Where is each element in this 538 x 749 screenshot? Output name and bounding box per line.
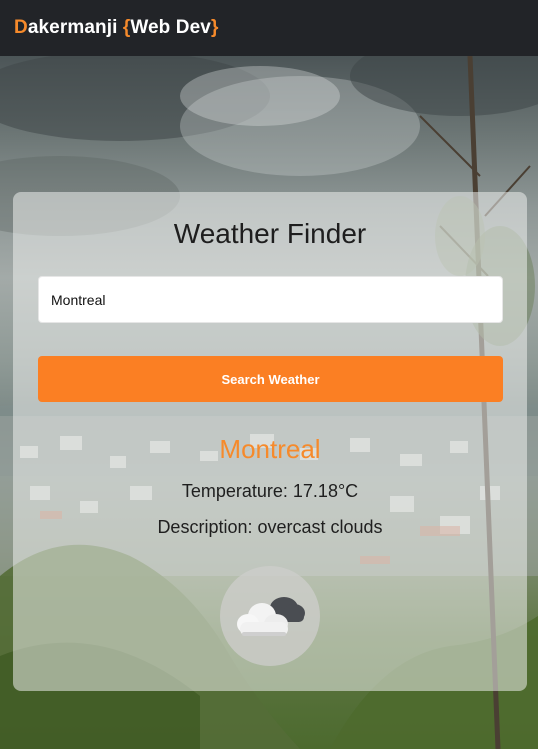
search-weather-button[interactable]: Search Weather xyxy=(38,356,503,402)
temperature-row: Temperature: 17.18°C xyxy=(13,481,527,502)
description-value: overcast clouds xyxy=(257,517,383,537)
brand-brace-close: } xyxy=(210,17,219,38)
description-label: Description: xyxy=(157,517,253,537)
brand-tag: Web Dev xyxy=(130,17,211,38)
overcast-clouds-icon xyxy=(237,597,305,636)
temperature-label: Temperature: xyxy=(181,481,288,501)
top-navbar: Dakermanji {Web Dev} xyxy=(0,0,538,56)
page-title: Weather Finder xyxy=(173,218,367,249)
brand-logo[interactable]: Dakermanji {Web Dev} xyxy=(14,17,218,39)
brand-name: akermanji xyxy=(27,17,123,38)
weather-icon-badge xyxy=(220,566,320,666)
description-row: Description: overcast clouds xyxy=(13,517,527,538)
temperature-value: 17.18°C xyxy=(292,481,359,501)
brand-initial: D xyxy=(14,17,28,38)
result-city-name: Montreal xyxy=(219,434,321,464)
weather-card: Weather Finder Search Weather Montreal T… xyxy=(13,192,527,691)
city-search-input[interactable] xyxy=(38,276,503,323)
